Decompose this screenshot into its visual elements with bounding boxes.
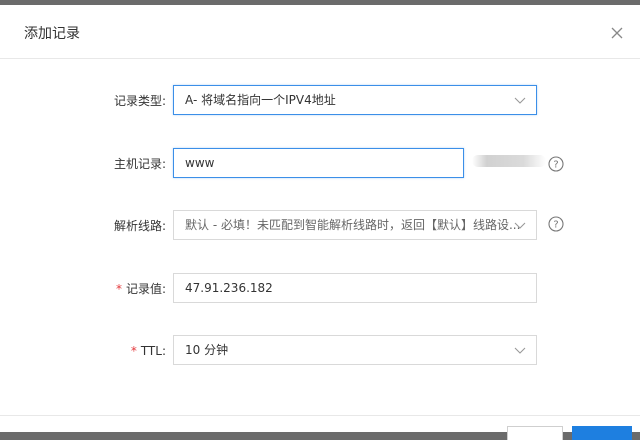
record-value-input[interactable]: 47.91.236.182 [173,273,537,303]
svg-text:?: ? [553,160,558,171]
ttl-row: * TTL: 10 分钟 [0,335,640,367]
record-type-row: 记录类型: A- 将域名指向一个IPV4地址 [0,85,640,117]
resolution-line-value: 默认 - 必填！未匹配到智能解析线路时，返回【默认】线路设... [185,218,521,232]
record-value-row: * 记录值: 47.91.236.182 [0,273,640,305]
chevron-down-icon [514,347,526,354]
record-type-value: A- 将域名指向一个IPV4地址 [185,93,336,107]
dialog-header: 添加记录 [0,5,640,59]
chevron-down-icon [514,222,526,229]
record-value-label-text: 记录值: [125,282,166,296]
resolution-line-row: 解析线路: 默认 - 必填！未匹配到智能解析线路时，返回【默认】线路设... [0,210,640,242]
resolution-line-select[interactable]: 默认 - 必填！未匹配到智能解析线路时，返回【默认】线路设... [173,210,537,240]
host-record-label: 主机记录: [113,157,166,171]
dialog-title: 添加记录 [24,26,80,42]
cancel-button[interactable] [507,426,563,440]
redacted-domain-suffix [472,155,546,167]
confirm-button[interactable] [572,426,632,440]
ttl-label-text: TTL: [140,344,166,358]
ttl-value: 10 分钟 [185,343,229,357]
dialog-footer [0,415,640,440]
required-mark: * [115,282,122,296]
svg-text:?: ? [553,220,558,231]
help-icon[interactable]: ? [548,216,564,232]
ttl-label: * TTL: [131,335,166,367]
ttl-select[interactable]: 10 分钟 [173,335,537,365]
add-record-dialog: 添加记录 记录类型: A- 将域名指向一个IPV4地址 主机记录: www ? … [0,5,640,440]
host-record-input[interactable]: www [173,148,464,178]
chevron-down-icon [514,97,526,104]
help-icon[interactable]: ? [548,156,564,172]
host-record-value: www [185,156,215,170]
record-value-text: 47.91.236.182 [185,281,273,295]
close-icon[interactable] [609,25,625,41]
required-mark: * [130,344,137,358]
resolution-line-label: 解析线路: [113,219,166,233]
record-type-select[interactable]: A- 将域名指向一个IPV4地址 [173,85,537,115]
record-value-label: * 记录值: [116,273,166,305]
record-type-label: 记录类型: [113,94,166,108]
